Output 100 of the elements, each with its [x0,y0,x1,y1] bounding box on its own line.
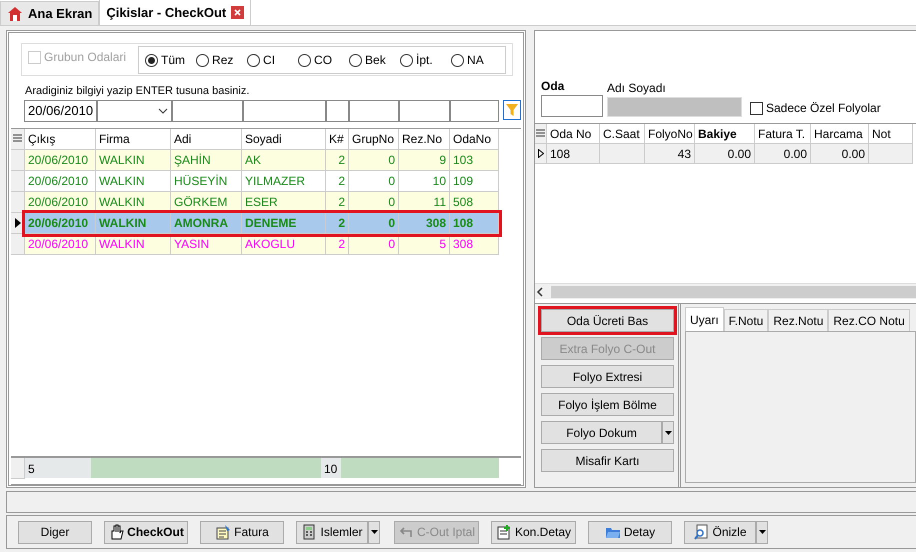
note-tab[interactable]: Rez.Notu [768,309,828,331]
toolbar-button[interactable]: Kon.Detay [491,520,576,544]
table-cell: AMONRA [171,212,242,234]
document-pen-icon [215,524,232,540]
summary-count: 5 [25,458,91,478]
action-button[interactable]: Misafir Kartı [541,449,674,472]
toolbar-button[interactable]: CheckOut [104,520,188,544]
column-header[interactable]: Soyadi [242,128,326,150]
filter-field[interactable] [450,100,499,122]
table-cell: DENEME [242,212,326,234]
column-header[interactable]: Çıkış [25,128,96,150]
note-tab[interactable]: Rez.CO Notu [828,309,910,331]
filter-field[interactable] [242,100,326,122]
filter-radio[interactable]: Rez [196,51,248,69]
table-cell: 0 [349,212,399,234]
column-list-icon [536,129,545,138]
action-button[interactable]: Folyo Extresi [541,365,674,388]
table-cell: ŞAHİN [171,150,242,170]
table-cell: 2 [326,150,349,170]
filter-field[interactable] [172,100,243,122]
filter-radio[interactable]: CI [247,51,298,69]
home-icon [7,6,23,22]
room-field[interactable] [541,95,603,117]
room-label: Oda [541,78,566,95]
table-cell: 2 [326,212,349,234]
table-cell: 0.00 [811,144,869,164]
table-cell [869,144,913,164]
table-cell: 20/06/2010 [25,212,96,234]
filter-radio[interactable]: CO [298,51,350,69]
table-cell: YILMAZER [242,170,326,192]
filter-field[interactable] [326,100,350,122]
column-header[interactable]: Firma [96,128,171,150]
row-pointer-icon [14,218,20,228]
table-cell [600,144,645,164]
dropdown-button[interactable] [756,520,768,544]
column-list-icon [13,134,22,143]
action-button[interactable]: Folyo İşlem Bölme [541,393,674,416]
dropdown-button[interactable] [368,520,380,544]
table-cell: WALKIN [96,170,171,192]
table-cell: 0.00 [695,144,755,164]
tab[interactable]: Ana Ekran [0,1,100,25]
note-tab[interactable]: F.Notu [724,309,768,331]
toolbar-button[interactable]: Diger [18,520,92,544]
filter-radio[interactable]: Bek [349,51,400,69]
table-cell: 108 [547,144,600,164]
filter-radio[interactable]: Tüm [145,51,196,69]
tab[interactable]: Çikislar - CheckOut [99,0,252,25]
summary-count: 10 [321,458,341,478]
search-hint: Aradiginiz bilgiyi yazip ENTER tusuna basiniz. [25,84,250,99]
column-header[interactable]: OdaNo [450,128,499,150]
calculator-icon [301,524,318,540]
filter-field[interactable] [399,100,450,122]
dropdown-button[interactable] [662,421,674,444]
table-cell: WALKIN [96,150,171,170]
table-cell: WALKIN [96,212,171,234]
table-cell: 0 [349,150,399,170]
table-cell: 20/06/2010 [25,170,96,192]
name-label: Adı Soyadı [607,80,667,97]
table-cell: 10 [399,170,450,192]
toolbar-button[interactable]: Fatura [200,520,284,544]
filter-radio[interactable]: NA [451,51,502,69]
caret-icon [370,529,378,535]
table-cell: 9 [399,150,450,170]
filter-radio[interactable]: İpt. [400,51,452,69]
row-indicator [11,458,25,479]
table-cell: 2 [326,170,349,192]
filter-funnel-icon[interactable] [502,100,521,120]
table-cell: HÜSEYİN [171,170,242,192]
table-cell: AK [242,150,326,170]
dropdown-caret-icon [158,108,168,114]
caret-icon [758,529,766,535]
table-cell: 0 [349,170,399,192]
caret-icon [664,430,673,436]
filter-field[interactable]: 20/06/2010 [24,100,97,122]
name-field[interactable] [607,97,742,117]
table-cell: 0.00 [755,144,811,164]
toolbar-button[interactable]: Detay [588,520,672,544]
table-cell: 103 [450,150,499,170]
action-button[interactable]: Folyo Dokum [541,421,662,444]
table-cell: 109 [450,170,499,192]
table-cell: 108 [450,212,499,234]
table-cell: 20/06/2010 [25,150,96,170]
column-header[interactable]: Adi [171,128,242,150]
horizontal-scrollbar[interactable] [535,283,916,299]
toolbar-button[interactable]: Islemler [296,520,368,544]
clipboard-plus-icon [496,524,512,540]
column-header[interactable]: GrupNo [349,128,399,150]
toolbar-button[interactable]: Önizle [684,520,756,544]
table-cell: 308 [399,212,450,234]
filter-dropdown[interactable] [97,100,172,122]
row-pointer-icon [538,149,544,158]
note-tab[interactable]: Uyarı [685,307,724,331]
special-folios-checkbox[interactable]: Sadece Özel Folyolar [750,99,881,117]
close-icon[interactable] [231,6,244,19]
column-header[interactable]: Rez.No [399,128,450,150]
column-header[interactable]: K# [326,128,349,150]
table-cell: 43 [645,144,695,164]
filter-field[interactable] [349,100,400,122]
magnifier-page-icon [693,524,710,540]
action-button[interactable]: Oda Ücreti Bas [541,309,674,332]
